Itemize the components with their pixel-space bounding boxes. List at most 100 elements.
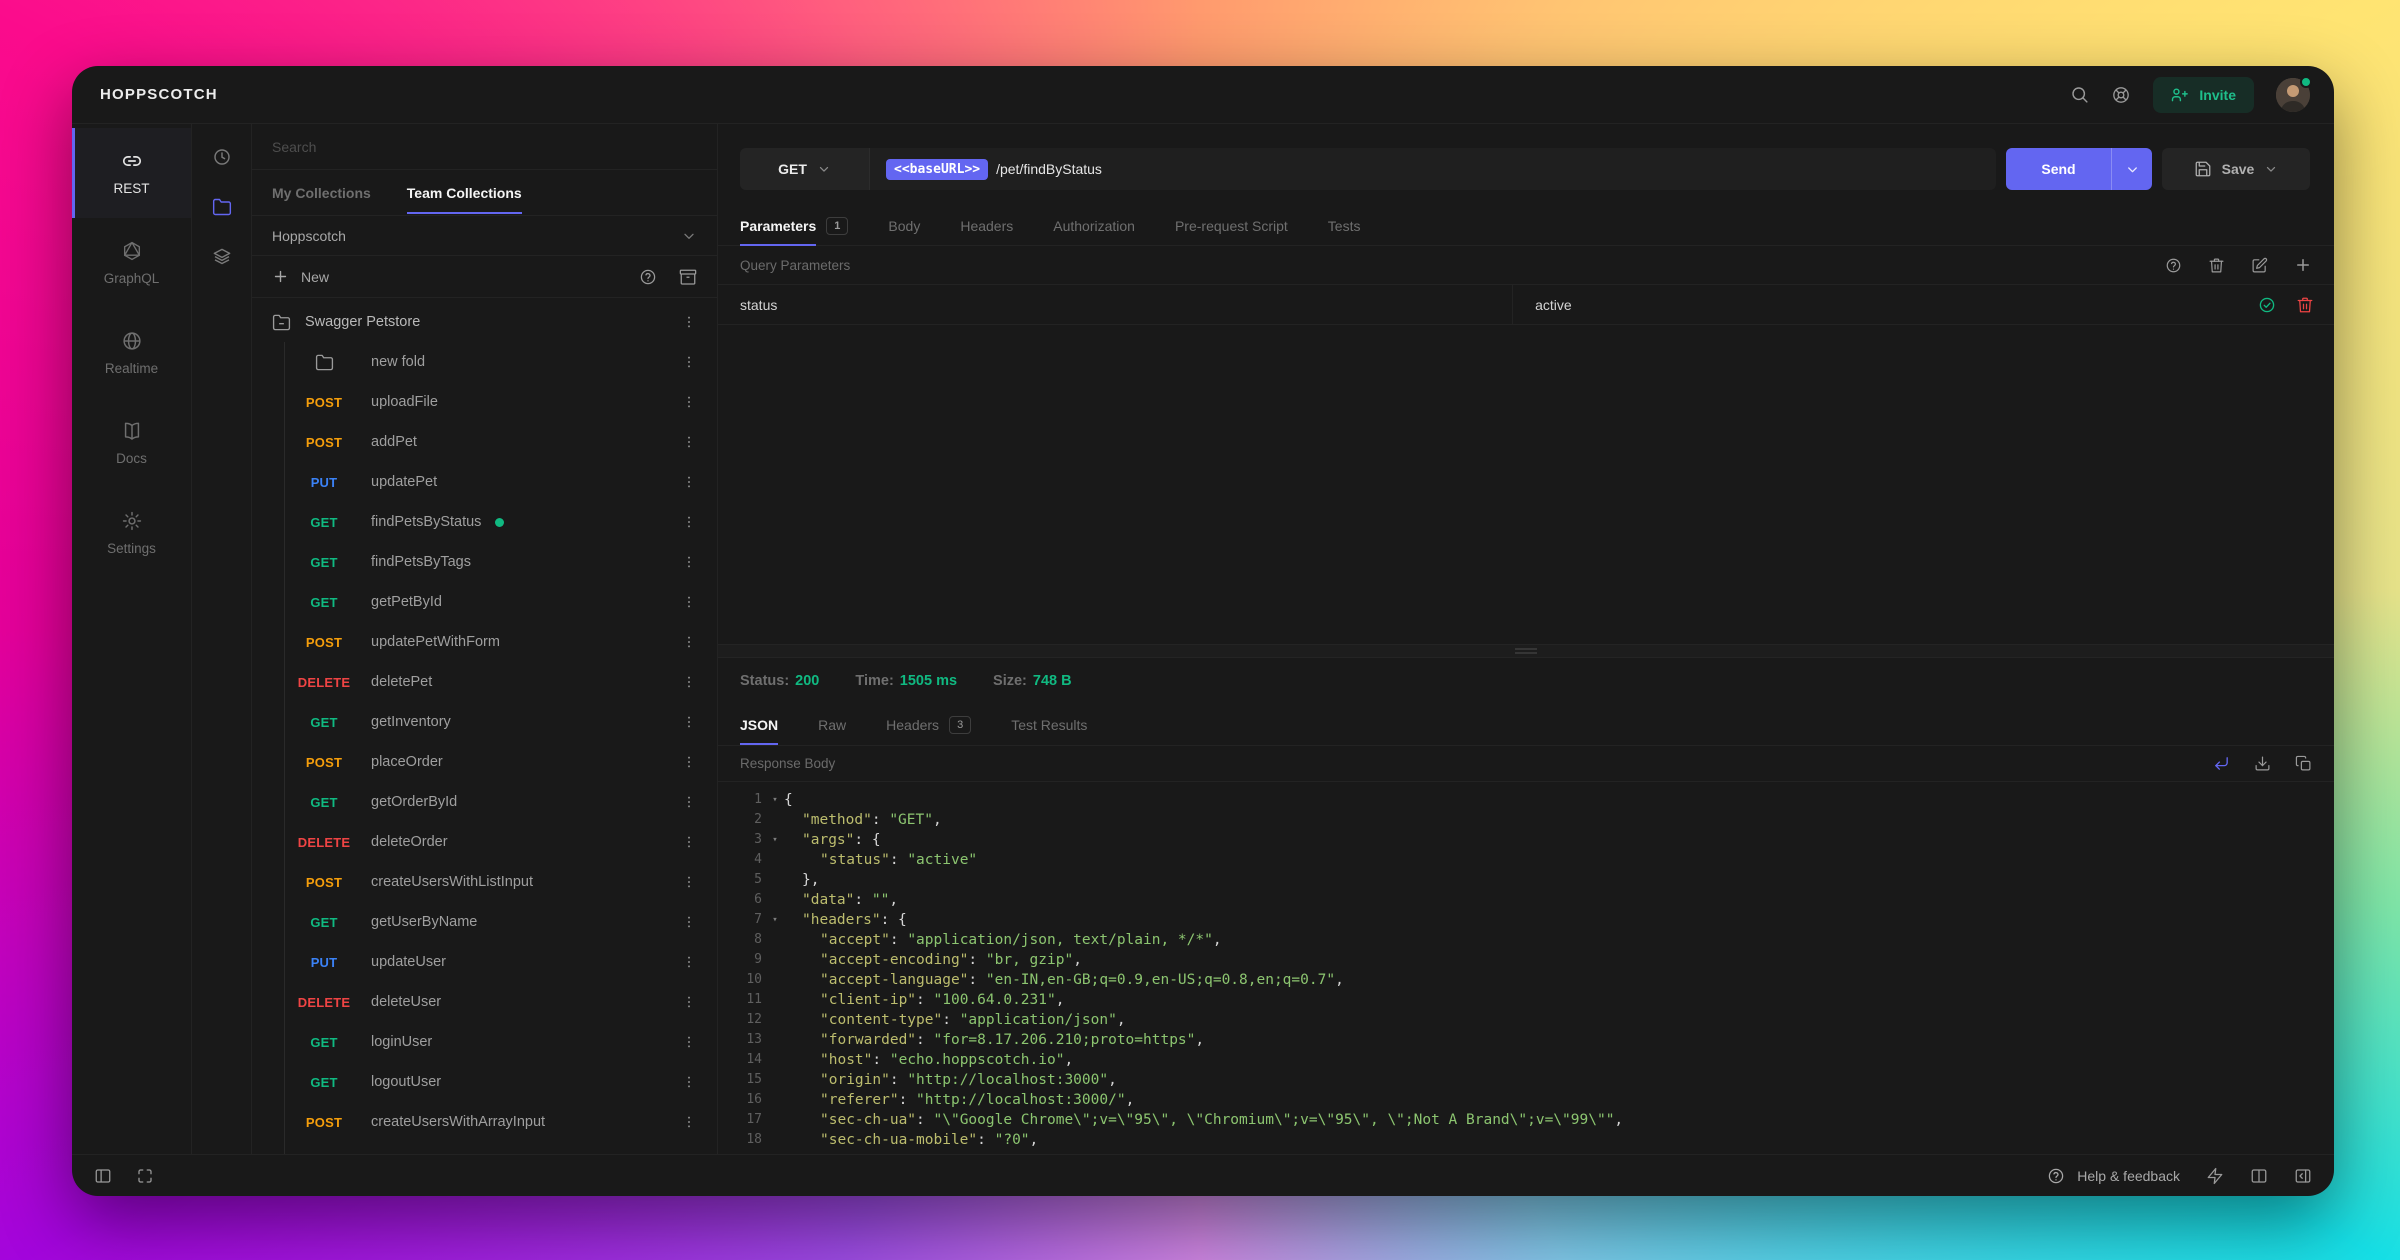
request-menu-button[interactable] (681, 754, 697, 770)
collections-search-input[interactable] (272, 139, 697, 155)
request-row[interactable]: POSTplaceOrder (284, 742, 717, 782)
request-menu-button[interactable] (681, 514, 697, 530)
collapse-right-panel-button[interactable] (2294, 1167, 2312, 1185)
toggle-columns-button[interactable] (2250, 1167, 2268, 1185)
shortcuts-button[interactable] (2206, 1167, 2224, 1185)
request-row[interactable]: GETgetUserByName (284, 902, 717, 942)
request-row[interactable]: GETgetInventory (284, 702, 717, 742)
request-menu-button[interactable] (681, 914, 697, 930)
wrap-lines-button[interactable] (2213, 755, 2230, 772)
request-menu-button[interactable] (681, 1034, 697, 1050)
param-value-input[interactable]: active (1513, 285, 2258, 324)
history-tab-button[interactable] (192, 132, 251, 182)
collection-row[interactable]: Swagger Petstore (252, 302, 717, 342)
request-row[interactable]: POSTaddPet (284, 422, 717, 462)
tab-headers[interactable]: Headers3 (886, 704, 971, 745)
params-clear-all-button[interactable] (2208, 256, 2225, 274)
tab-test-results[interactable]: Test Results (1011, 704, 1087, 745)
fold-arrow-icon[interactable]: ▾ (766, 910, 784, 930)
request-menu-button[interactable] (681, 1114, 697, 1130)
send-options-button[interactable] (2112, 162, 2152, 177)
param-delete-button[interactable] (2296, 296, 2314, 314)
nav-docs[interactable]: Docs (72, 398, 191, 488)
request-row[interactable]: POSTcreateUsersWithArrayInput (284, 1102, 717, 1142)
request-menu-button[interactable] (681, 474, 697, 490)
toggle-sidebar-button[interactable] (94, 1167, 112, 1185)
nav-rest[interactable]: REST (72, 128, 191, 218)
request-menu-button[interactable] (681, 594, 697, 610)
nav-settings[interactable]: Settings (72, 488, 191, 578)
collections-tab-button[interactable] (192, 182, 251, 232)
collection-menu-button[interactable] (681, 314, 697, 330)
support-button[interactable] (2111, 85, 2131, 105)
fold-arrow-icon[interactable]: ▾ (766, 830, 784, 850)
app-title: HOPPSCOTCH (100, 86, 218, 103)
pane-splitter[interactable] (718, 644, 2334, 658)
fold-arrow-icon[interactable]: ▾ (766, 790, 784, 810)
tab-pre-request-script[interactable]: Pre-request Script (1175, 206, 1288, 245)
param-key-input[interactable]: status (718, 285, 1513, 324)
user-avatar[interactable] (2276, 78, 2310, 112)
new-collection-button[interactable]: New (272, 268, 329, 285)
response-body-editor[interactable]: 1▾{2"method": "GET",3▾"args": {4"status"… (718, 782, 2334, 1154)
param-active-toggle[interactable] (2258, 296, 2276, 314)
tab-json[interactable]: JSON (740, 704, 778, 745)
request-menu-button[interactable] (681, 794, 697, 810)
request-menu-button[interactable] (681, 554, 697, 570)
tab-raw[interactable]: Raw (818, 704, 846, 745)
request-menu-button[interactable] (681, 394, 697, 410)
tab-parameters[interactable]: Parameters1 (740, 206, 848, 245)
invite-button[interactable]: Invite (2153, 77, 2254, 113)
request-row[interactable]: DELETEdeleteUser (284, 982, 717, 1022)
params-bulk-edit-button[interactable] (2251, 256, 2268, 274)
request-row[interactable]: GETgetOrderById (284, 782, 717, 822)
folder-row[interactable]: new fold (284, 342, 717, 382)
request-menu-button[interactable] (681, 994, 697, 1010)
save-button[interactable]: Save (2162, 148, 2310, 190)
request-row[interactable]: PUTupdatePet (284, 462, 717, 502)
request-menu-button[interactable] (681, 434, 697, 450)
request-row[interactable]: DELETEdeletePet (284, 662, 717, 702)
url-input[interactable]: <<baseURL>> /pet/findByStatus (870, 148, 1996, 190)
request-row[interactable]: DELETEdeleteOrder (284, 822, 717, 862)
request-row[interactable]: GETfindPetsByStatus (284, 502, 717, 542)
environments-tab-button[interactable] (192, 232, 251, 282)
request-row[interactable]: GETfindPetsByTags (284, 542, 717, 582)
help-feedback-button[interactable]: Help & feedback (2047, 1167, 2180, 1185)
global-search-button[interactable] (2070, 85, 2089, 104)
request-menu-button[interactable] (681, 834, 697, 850)
request-menu-button[interactable] (681, 954, 697, 970)
team-selector[interactable]: Hoppscotch (252, 216, 717, 256)
send-button[interactable]: Send (2006, 148, 2152, 190)
tab-team-collections[interactable]: Team Collections (407, 170, 522, 215)
request-row[interactable]: GETgetPetById (284, 582, 717, 622)
tab-my-collections[interactable]: My Collections (272, 170, 371, 215)
request-menu-button[interactable] (681, 634, 697, 650)
method-selector[interactable]: GET (740, 148, 870, 190)
request-row[interactable]: POSTuploadFile (284, 382, 717, 422)
download-response-button[interactable] (2254, 755, 2271, 772)
request-menu-button[interactable] (681, 354, 697, 370)
expand-window-button[interactable] (136, 1167, 154, 1185)
request-menu-button[interactable] (681, 1074, 697, 1090)
request-row[interactable]: POSTcreateUsersWithListInput (284, 862, 717, 902)
request-menu-button[interactable] (681, 674, 697, 690)
request-row[interactable]: GETUntitled request (284, 1142, 717, 1154)
request-row[interactable]: POSTupdatePetWithForm (284, 622, 717, 662)
import-export-button[interactable] (679, 268, 697, 286)
request-row[interactable]: GETloginUser (284, 1022, 717, 1062)
tab-body[interactable]: Body (888, 206, 920, 245)
request-menu-button[interactable] (681, 874, 697, 890)
request-row[interactable]: GETlogoutUser (284, 1062, 717, 1102)
tab-tests[interactable]: Tests (1328, 206, 1361, 245)
nav-realtime[interactable]: Realtime (72, 308, 191, 398)
collections-help-button[interactable] (639, 268, 657, 286)
request-row[interactable]: PUTupdateUser (284, 942, 717, 982)
copy-response-button[interactable] (2295, 755, 2312, 772)
params-add-button[interactable] (2294, 256, 2312, 274)
params-help-button[interactable] (2165, 256, 2182, 274)
tab-authorization[interactable]: Authorization (1053, 206, 1135, 245)
nav-graphql[interactable]: GraphQL (72, 218, 191, 308)
tab-headers[interactable]: Headers (960, 206, 1013, 245)
request-menu-button[interactable] (681, 714, 697, 730)
